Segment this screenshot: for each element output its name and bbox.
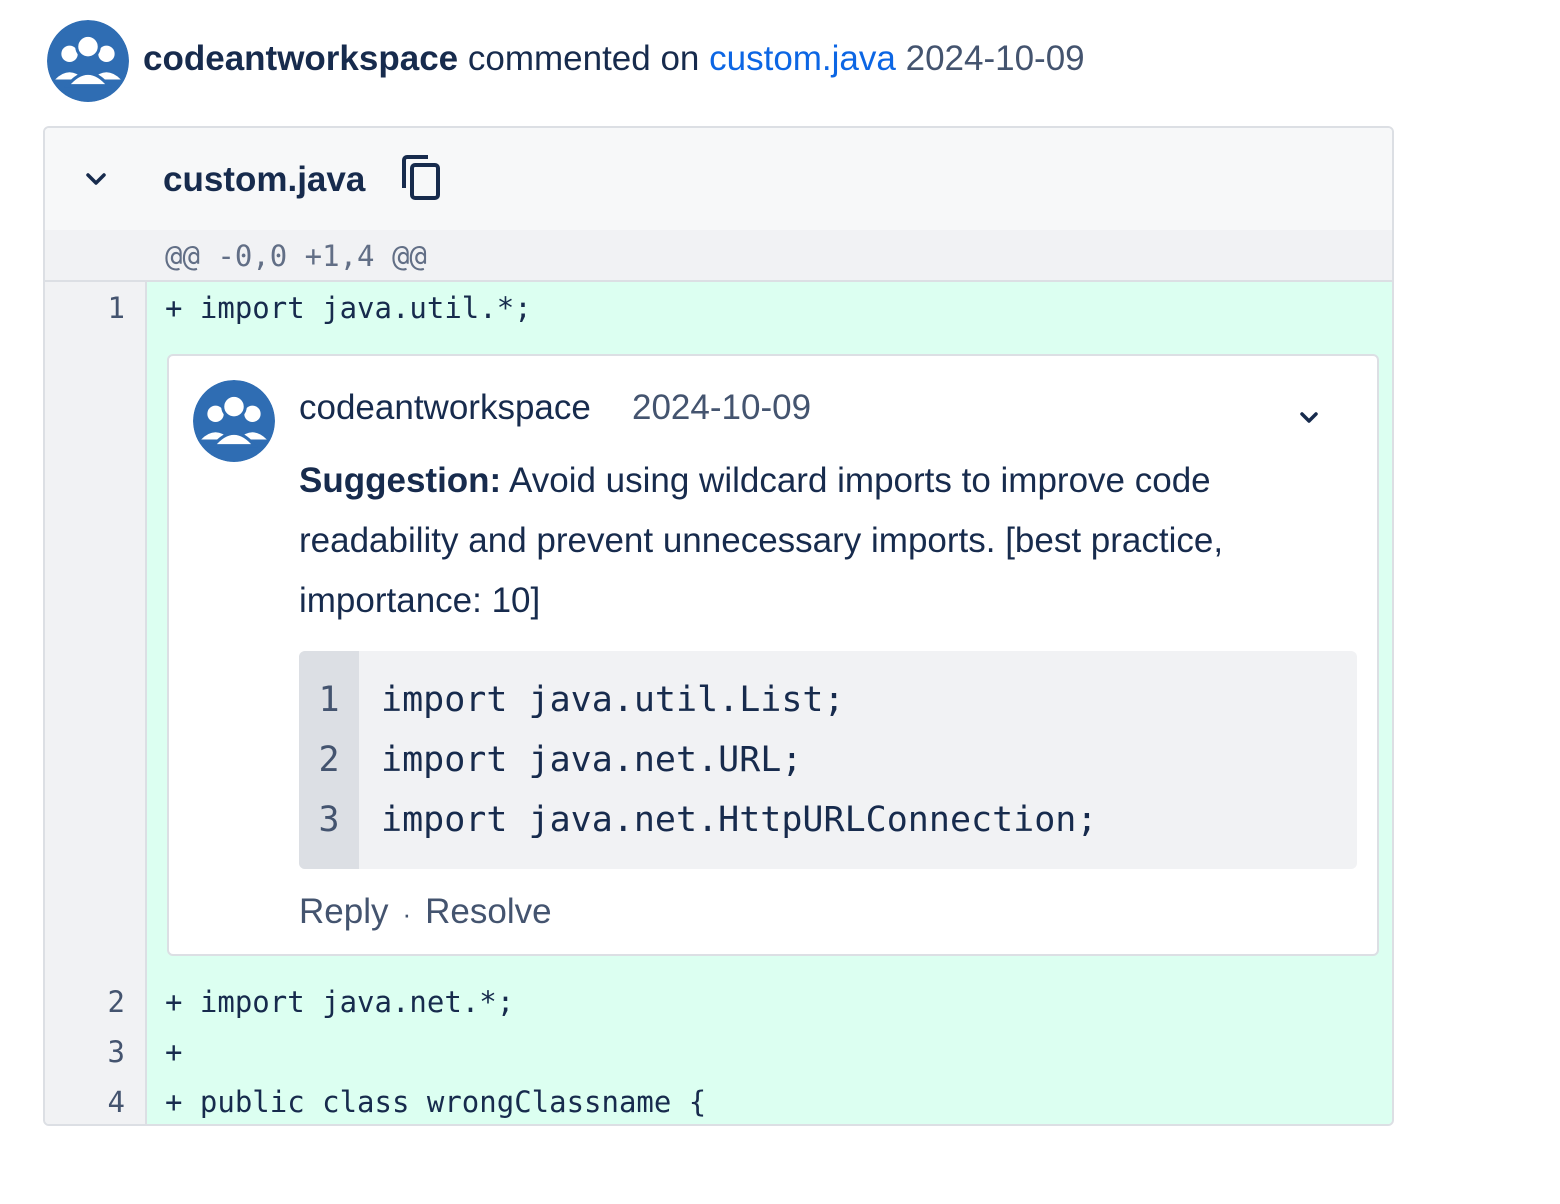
reply-button[interactable]: Reply xyxy=(299,892,388,931)
hunk-header: @@ -0,0 +1,4 @@ xyxy=(45,230,1392,282)
activity-header: codeantworkspace commented on custom.jav… xyxy=(143,36,1085,82)
comment-body: Suggestion: Avoid using wildcard imports… xyxy=(299,451,1299,631)
inline-comment: codeantworkspace 2024-10-09 Suggestion: … xyxy=(167,354,1379,956)
file-link[interactable]: custom.java xyxy=(709,39,896,78)
comment-avatar xyxy=(193,380,275,462)
comment-actions: Reply · Resolve xyxy=(299,889,552,937)
file-header: custom.java xyxy=(45,128,1392,232)
code-line: + xyxy=(165,1035,183,1069)
comment-author[interactable]: codeantworkspace xyxy=(299,386,591,430)
activity-author[interactable]: codeantworkspace xyxy=(143,39,458,78)
snippet-line: import java.util.List; xyxy=(381,680,845,720)
file-name: custom.java xyxy=(163,160,366,199)
comment-date: 2024-10-09 xyxy=(632,388,812,427)
avatar xyxy=(47,20,129,102)
line-number[interactable]: 2 xyxy=(45,982,125,1022)
team-avatar-icon xyxy=(47,20,129,102)
suggestion-label: Suggestion: xyxy=(299,461,502,500)
code-line: + import java.net.*; xyxy=(165,985,515,1019)
activity-verb: commented on xyxy=(467,39,700,78)
team-avatar-icon xyxy=(193,380,275,462)
resolve-button[interactable]: Resolve xyxy=(425,892,551,931)
snippet-line-number: 1 xyxy=(318,680,340,720)
code-line: + public class wrongClassname { xyxy=(165,1085,707,1119)
snippet-line: import java.net.URL; xyxy=(381,740,803,780)
diff-card: custom.java @@ -0,0 +1,4 @@ 1 + import j… xyxy=(43,126,1394,1126)
snippet-line-number: 2 xyxy=(318,740,340,780)
code-snippet: 1 import java.util.List; 2 import java.n… xyxy=(299,651,1357,869)
activity-date: 2024-10-09 xyxy=(905,39,1085,78)
line-number[interactable]: 3 xyxy=(45,1032,125,1072)
separator: · xyxy=(402,898,412,929)
hunk-text: @@ -0,0 +1,4 @@ xyxy=(165,239,427,273)
snippet-line-number: 3 xyxy=(318,800,340,840)
copy-icon[interactable] xyxy=(400,154,444,202)
chevron-down-icon[interactable] xyxy=(1297,406,1321,430)
line-number[interactable]: 4 xyxy=(45,1082,125,1122)
snippet-line: import java.net.HttpURLConnection; xyxy=(381,800,1098,840)
line-number[interactable]: 1 xyxy=(45,288,125,328)
chevron-down-icon[interactable] xyxy=(83,170,109,188)
code-line: + import java.util.*; xyxy=(165,291,532,325)
